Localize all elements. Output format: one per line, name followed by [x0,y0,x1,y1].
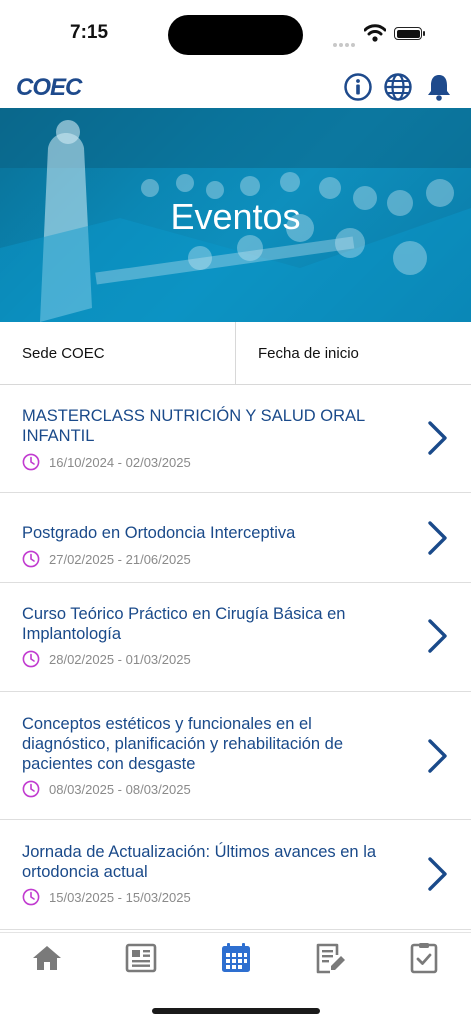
event-title: Conceptos estéticos y funcionales en el … [22,715,344,773]
event-dates: 27/02/2025 - 21/06/2025 [22,550,191,568]
globe-icon[interactable] [383,72,413,102]
home-indicator[interactable] [152,1008,320,1014]
event-dates-text: 08/03/2025 - 08/03/2025 [49,781,191,797]
event-item[interactable]: Curso Teórico Práctico en Cirugía Básica… [0,583,471,692]
event-dates-text: 27/02/2025 - 21/06/2025 [49,551,191,567]
news-icon[interactable] [124,941,158,975]
signal-icon [333,34,357,52]
event-dates: 28/02/2025 - 01/03/2025 [22,650,191,668]
event-item[interactable]: Postgrado en Ortodoncia Interceptiva 27/… [0,493,471,583]
battery-icon [394,27,425,40]
clock-icon [22,650,40,668]
chevron-right-icon [428,739,447,773]
app-header: COEC [0,66,471,108]
event-title: Curso Teórico Práctico en Cirugía Básica… [22,605,346,643]
filter-start-date-label: Fecha de inicio [258,344,359,362]
info-icon[interactable] [343,72,373,102]
dynamic-island [168,15,303,55]
chevron-right-icon [428,857,447,891]
event-title: Jornada de Actualización: Últimos avance… [22,843,377,881]
event-dates-text: 16/10/2024 - 02/03/2025 [49,454,191,470]
home-icon[interactable] [30,941,64,975]
status-time: 7:15 [70,22,109,43]
event-title: Postgrado en Ortodoncia Interceptiva [22,524,296,542]
chevron-right-icon [428,619,447,653]
clock-icon [22,550,40,568]
event-item[interactable]: MASTERCLASS NUTRICIÓN Y SALUD ORAL INFAN… [0,385,471,493]
event-dates: 15/03/2025 - 15/03/2025 [22,888,191,906]
status-bar: 7:15 [0,0,471,66]
filter-location[interactable]: Sede COEC [0,322,235,384]
hero-banner: Eventos [0,108,471,322]
event-dates-text: 28/02/2025 - 01/03/2025 [49,651,191,667]
filter-bar: Sede COEC Fecha de inicio [0,322,471,385]
page-title: Eventos [170,196,301,237]
checklist-icon[interactable] [407,941,441,975]
clock-icon [22,453,40,471]
event-item[interactable]: Jornada de Actualización: Últimos avance… [0,820,471,930]
bell-icon[interactable] [424,72,454,102]
clock-icon [22,780,40,798]
event-item[interactable]: Conceptos estéticos y funcionales en el … [0,692,471,820]
filter-start-date[interactable]: Fecha de inicio [235,322,471,384]
clock-icon [22,888,40,906]
filter-location-label: Sede COEC [22,344,105,362]
event-dates: 16/10/2024 - 02/03/2025 [22,453,191,471]
chevron-right-icon [428,521,447,555]
event-list: MASTERCLASS NUTRICIÓN Y SALUD ORAL INFAN… [0,385,471,930]
form-edit-icon[interactable] [313,941,347,975]
calendar-icon[interactable] [219,941,253,975]
event-dates: 08/03/2025 - 08/03/2025 [22,780,191,798]
chevron-right-icon [428,421,447,455]
coec-logo: COEC [16,74,82,101]
event-dates-text: 15/03/2025 - 15/03/2025 [49,889,191,905]
event-title: MASTERCLASS NUTRICIÓN Y SALUD ORAL INFAN… [22,407,365,445]
wifi-icon [364,24,386,42]
